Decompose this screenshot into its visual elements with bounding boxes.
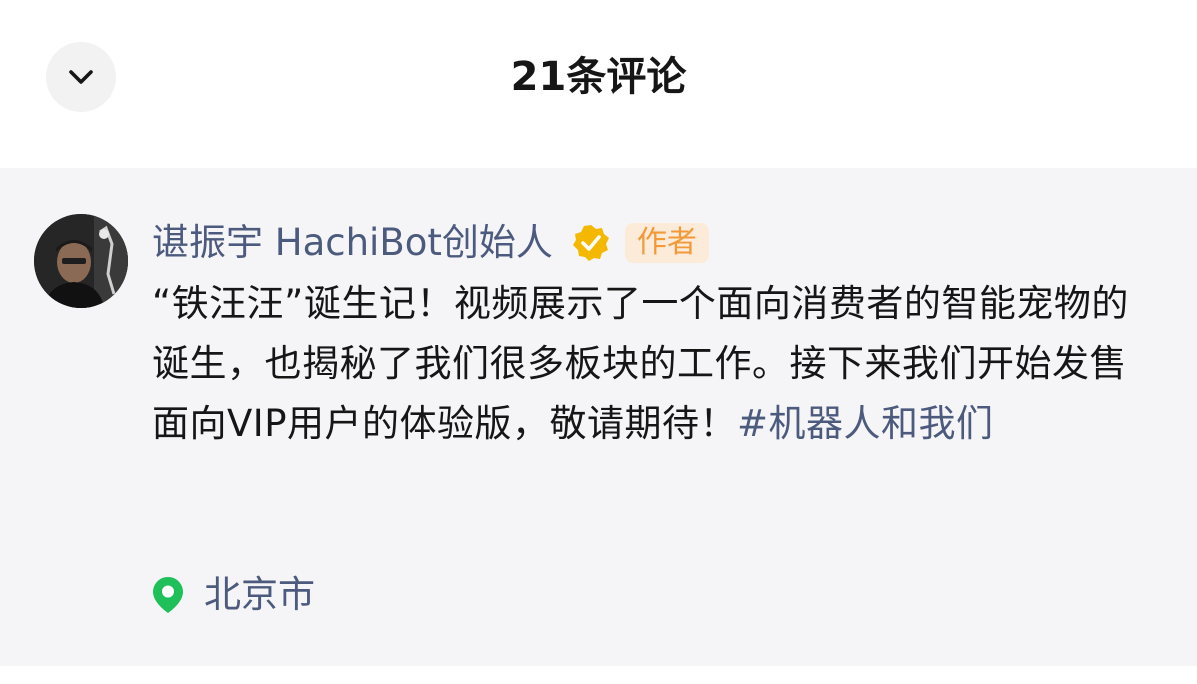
comments-count-title: 21条评论 bbox=[510, 54, 687, 100]
comment-item[interactable]: 谌振宇 HachiBot创始人 作者 “铁汪汪”诞生记！视频展示了一个面向消费者… bbox=[0, 168, 1197, 666]
hashtag-link[interactable]: #机器人和我们 bbox=[737, 402, 994, 445]
author-badge: 作者 bbox=[624, 223, 709, 263]
bottom-divider bbox=[0, 666, 1197, 684]
author-name[interactable]: 谌振宇 HachiBot创始人 bbox=[152, 218, 553, 268]
comments-header: 21条评论 bbox=[0, 0, 1197, 168]
author-row: 谌振宇 HachiBot创始人 作者 bbox=[152, 218, 709, 268]
comment-text: “铁汪汪”诞生记！视频展示了一个面向消费者的智能宠物的诞生，也揭秘了我们很多板块… bbox=[152, 274, 1142, 454]
verified-badge-icon bbox=[572, 225, 609, 261]
location-text: 北京市 bbox=[204, 573, 315, 616]
location-pin-icon bbox=[153, 577, 183, 613]
comments-panel: 21条评论 谌振宇 HachiBot创始人 作者 “铁汪汪”诞生记！视频展示了一… bbox=[0, 0, 1197, 684]
location-row[interactable]: 北京市 bbox=[152, 568, 315, 622]
avatar[interactable] bbox=[34, 214, 128, 308]
